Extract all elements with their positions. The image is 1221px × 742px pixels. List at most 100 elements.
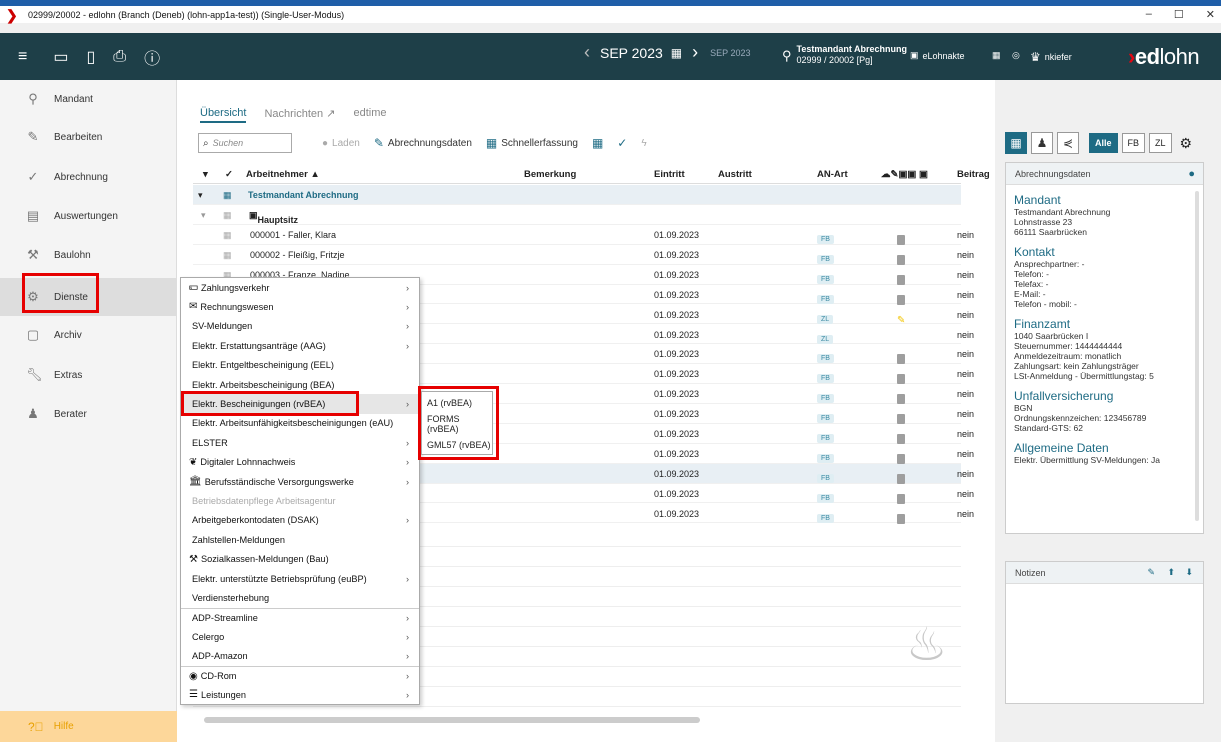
section-line: BGN — [1014, 403, 1033, 413]
beitrag-cell: nein — [957, 429, 975, 439]
sidebar-item-baulohn[interactable]: ⚒ Baulohn — [0, 236, 177, 274]
sidebar-item-berater[interactable]: ♟ Berater — [0, 395, 177, 433]
help-button[interactable]: ?⃝ Hilfe — [0, 711, 177, 742]
menu-item-leistungen[interactable]: ☰ Leistungen › — [181, 685, 419, 705]
sidebar-item-bearbeiten[interactable]: ✎ Bearbeiten — [0, 118, 177, 156]
employee-name: 000002 - Fleißig, Fritzje — [250, 249, 345, 260]
tab-edtime[interactable]: edtime — [353, 107, 386, 123]
mandant-info[interactable]: ⚲ Testmandant Abrechnung 02999 / 20002 [P… — [782, 44, 907, 66]
eintritt-column-header[interactable]: Eintritt — [654, 169, 685, 180]
info-icon[interactable]: ● — [1188, 168, 1195, 180]
arrow-up-icon[interactable]: ⬆ — [1167, 567, 1175, 578]
calendar-icon[interactable]: ▦ — [667, 46, 686, 60]
document-icon — [897, 394, 905, 405]
menu-item-celergo[interactable]: Celergo › — [181, 627, 419, 647]
group-row-hauptsitz[interactable]: ▾ ▦ ▣ Hauptsitz — [193, 205, 961, 225]
sidebar-item-mandant[interactable]: ⚲ Mandant — [0, 80, 177, 118]
bemerkung-column-header[interactable]: Bemerkung — [524, 169, 576, 180]
user-menu[interactable]: ♛ nkiefer — [1030, 50, 1072, 64]
rvbea-menu-highlight — [181, 391, 359, 416]
tab-nachrichten[interactable]: Nachrichten ↗ — [264, 107, 335, 123]
anart-column-header[interactable]: AN-Art — [817, 169, 848, 180]
group-view-button[interactable]: ♟ — [1031, 132, 1053, 154]
anart-label: FB — [817, 493, 834, 503]
check-column-header[interactable]: ✓ — [225, 169, 233, 180]
menu-item-adp-streamline[interactable]: ADP-Streamline › — [181, 607, 419, 628]
menu-item-elster[interactable]: ELSTER › — [181, 433, 419, 453]
share-view-button[interactable]: ⋞ — [1057, 132, 1079, 154]
menu-item-sozialkassen-meldungen-bau[interactable]: ⚒ Sozialkassen-Meldungen (Bau) — [181, 550, 419, 570]
menu-item-adp-amazon[interactable]: ADP-Amazon › — [181, 647, 419, 667]
menu-item-arbeitgeberkontodaten-dsak[interactable]: Arbeitgeberkontodaten (DSAK) › — [181, 511, 419, 531]
anart-label: FB — [817, 414, 834, 424]
group-row-mandant[interactable]: ▾ ▦ Testmandant Abrechnung — [193, 185, 961, 205]
alarm-icon[interactable]: ◎ — [1012, 50, 1020, 61]
menu-item-verdiensterhebung[interactable]: Verdiensterhebung — [181, 588, 419, 608]
chevron-right-icon: › — [405, 301, 409, 312]
table-row[interactable]: ▦ 000001 - Faller, Klara 01.09.2023 FB nein — [193, 225, 974, 245]
sidebar-item-auswertungen[interactable]: ▤ Auswertungen — [0, 197, 177, 235]
icons-column-header: ☁✎▣▣ ▣ — [881, 169, 929, 180]
abrechnungsdaten-button[interactable]: ✎ Abrechnungsdaten — [374, 136, 472, 150]
submenu-highlight — [418, 386, 499, 460]
menu-item-elektr-erstattungsantr-ge-aag[interactable]: Elektr. Erstattungsanträge (AAG) › — [181, 336, 419, 356]
folder-open-icon[interactable]: ▭ — [53, 47, 68, 67]
laden-button[interactable]: ● Laden — [322, 138, 360, 149]
edit-note-icon[interactable]: ✎ — [1147, 567, 1155, 578]
horizontal-scrollbar[interactable] — [204, 717, 700, 723]
table-row[interactable]: ▦ 000002 - Fleißig, Fritzje 01.09.2023 FB ne… — [193, 245, 974, 265]
print-icon[interactable]: ⎙ — [113, 48, 126, 66]
calculator-button[interactable]: ▦ — [592, 136, 603, 150]
window-titlebar: ❯ 02999/20002 - edlohn (Branch (Deneb) (… — [0, 0, 1221, 23]
menu-item-cd-rom[interactable]: ◉ CD-Rom › — [181, 666, 419, 686]
next-period-button[interactable]: › — [686, 42, 704, 63]
arrow-down-icon[interactable]: ⬇ — [1185, 567, 1193, 578]
filter-fb-button[interactable]: FB — [1121, 133, 1146, 153]
maximize-button[interactable]: ☐ — [1174, 8, 1184, 21]
elohnakte-button[interactable]: ▣ eLohnakte — [910, 50, 965, 61]
flash-button[interactable]: ϟ — [641, 138, 646, 149]
menu-item-elektr-arbeitsunf-higkeitsbescheinigungen-eau[interactable]: Elektr. Arbeitsunfähigkeitsbescheinigung… — [181, 414, 419, 434]
tab-uebersicht[interactable]: Übersicht — [200, 107, 247, 123]
menu-item-digitaler-lohnnachweis[interactable]: ❦ Digitaler Lohnnachweis › — [181, 453, 419, 473]
sidebar-item-archiv[interactable]: ▢ Archiv — [0, 316, 177, 354]
menu-item-zahlstellen-meldungen[interactable]: Zahlstellen-Meldungen — [181, 530, 419, 550]
info-icon[interactable]: ⓘ — [144, 45, 160, 69]
document-icon — [897, 254, 905, 265]
section-line: Ordnungskennzeichen: 123456789 — [1014, 413, 1147, 423]
search-input[interactable]: ⌕ Suchen — [198, 133, 292, 153]
vertical-scrollbar[interactable] — [1195, 191, 1199, 521]
filter-all-button[interactable]: Alle — [1089, 133, 1118, 153]
menu-item-sv-meldungen[interactable]: SV-Meldungen › — [181, 317, 419, 337]
anart-label: FB — [817, 394, 834, 404]
menu-item-elektr-unterst-tzte-betriebspr-fung-eubp[interactable]: Elektr. unterstützte Betriebsprüfung (eu… — [181, 569, 419, 589]
menu-item-label: Celergo — [192, 631, 225, 642]
menu-item-rechnungswesen[interactable]: ✉ Rechnungswesen › — [181, 297, 419, 317]
check-button[interactable]: ✓ — [617, 136, 627, 150]
sidebar-item-abrechnung[interactable]: ✓ Abrechnung — [0, 158, 177, 196]
menu-item-berufsst-ndische-versorgungswerke[interactable]: 🏛︎ Berufsständische Versorgungswerke › — [181, 472, 419, 492]
chevron-right-icon: › — [405, 515, 409, 526]
arbeitnehmer-column-header[interactable]: Arbeitnehmer ▲ — [246, 169, 320, 180]
period-value[interactable]: SEP 2023 — [596, 45, 667, 61]
calendar-view-button[interactable]: ▦ — [1005, 132, 1027, 154]
settings-gear-icon[interactable]: ⚙ — [1180, 135, 1193, 152]
save-icon[interactable]: ▯ — [86, 47, 95, 67]
menu-item-elektr-entgeltbescheinigung-eel[interactable]: Elektr. Entgeltbescheinigung (EEL) — [181, 356, 419, 376]
filter-zl-button[interactable]: ZL — [1149, 133, 1172, 153]
prev-period-button[interactable]: ‹ — [578, 42, 596, 63]
menu-item-zahlungsverkehr[interactable]: 💵︎ Zahlungsverkehr › — [181, 278, 419, 298]
minimize-button[interactable]: – — [1146, 8, 1152, 21]
schnellerfassung-button[interactable]: ▦ Schnellerfassung — [486, 136, 578, 150]
hamburger-menu-icon[interactable]: ≡ — [18, 48, 27, 66]
calculator-icon[interactable]: ▦ — [992, 50, 1001, 61]
section-line: Testmandant Abrechnung — [1014, 207, 1111, 217]
austritt-column-header[interactable]: Austritt — [718, 169, 752, 180]
menu-item-label: Zahlungsverkehr — [201, 282, 270, 293]
sidebar-item-extras[interactable]: 🔧︎ Extras — [0, 356, 177, 394]
period-small-label[interactable]: SEP 2023 — [710, 48, 750, 58]
close-button[interactable]: ✕ — [1206, 8, 1215, 21]
check-icon: ✓ — [617, 136, 628, 150]
java-logo-icon: ♨ — [906, 618, 948, 670]
beitrag-column-header[interactable]: Beitrag — [957, 169, 990, 180]
